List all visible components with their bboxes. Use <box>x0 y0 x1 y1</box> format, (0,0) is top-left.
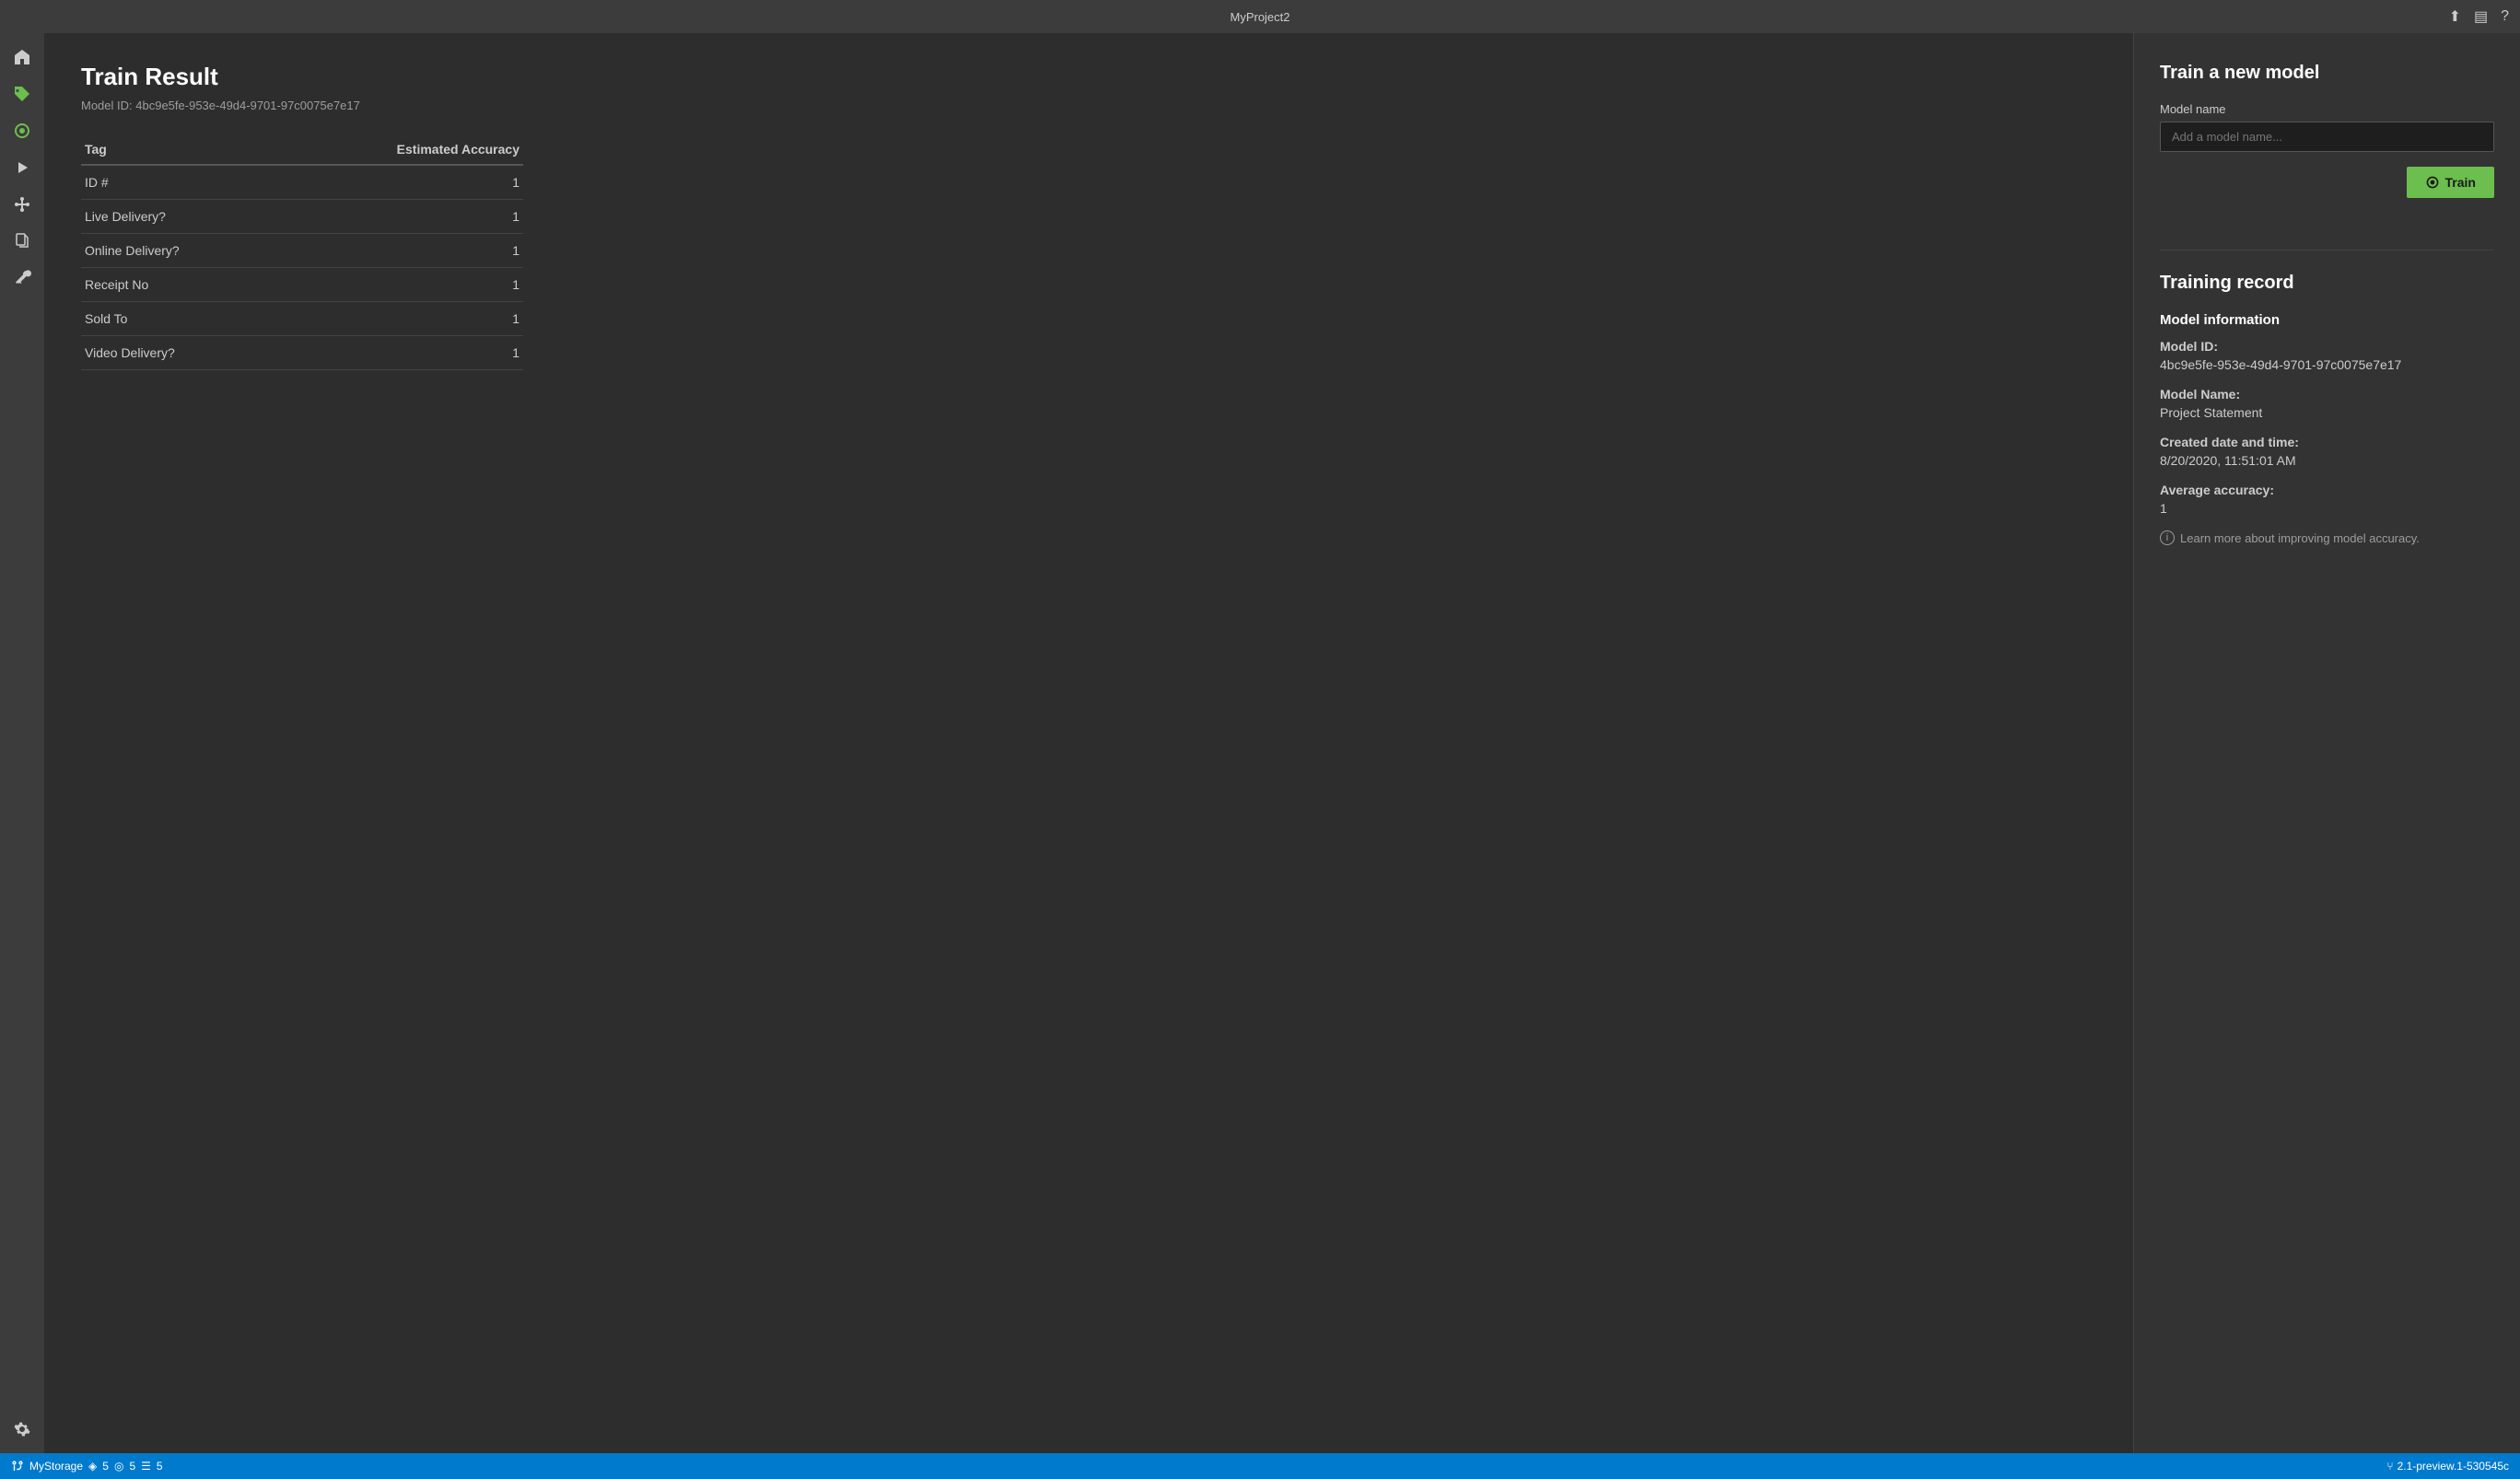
version-branch-icon: ⑂ <box>2386 1460 2393 1473</box>
status-bar: MyStorage ◈ 5 ◎ 5 ☰ 5 ⑂ 2.1-preview.1-53… <box>0 1453 2520 1479</box>
table-row: Sold To 1 <box>81 302 523 336</box>
connection-icon: ◎ <box>114 1460 123 1473</box>
train-button-label: Train <box>2445 175 2476 190</box>
branch-icon <box>11 1460 24 1473</box>
tag-cell: Receipt No <box>81 268 275 302</box>
sidebar-item-home[interactable] <box>6 41 39 74</box>
share-icon[interactable]: ⬆ <box>2449 7 2461 26</box>
content-area: Train Result Model ID: 4bc9e5fe-953e-49d… <box>44 33 2520 1453</box>
storage-label: MyStorage <box>29 1460 83 1473</box>
tag-cell: Live Delivery? <box>81 200 275 234</box>
sidebar-item-settings[interactable] <box>6 1413 39 1446</box>
sidebar-item-connections[interactable] <box>6 188 39 221</box>
document-count: 5 <box>157 1460 163 1473</box>
page-title: Train Result <box>81 63 2096 91</box>
main-panel: Train Result Model ID: 4bc9e5fe-953e-49d… <box>44 33 2133 1453</box>
model-name-input[interactable] <box>2160 122 2494 152</box>
layout-icon[interactable]: ▤ <box>2474 7 2488 26</box>
created-label: Created date and time: <box>2160 435 2494 449</box>
table-row: ID # 1 <box>81 165 523 200</box>
sidebar-item-documents[interactable] <box>6 225 39 258</box>
sidebar <box>0 33 44 1453</box>
tag-cell: Online Delivery? <box>81 234 275 268</box>
train-new-model-title: Train a new model <box>2160 63 2494 84</box>
table-row: Online Delivery? 1 <box>81 234 523 268</box>
accuracy-cell: 1 <box>275 268 523 302</box>
avg-accuracy-value: 1 <box>2160 501 2494 516</box>
accuracy-cell: 1 <box>275 165 523 200</box>
accuracy-cell: 1 <box>275 302 523 336</box>
accuracy-cell: 1 <box>275 200 523 234</box>
col-tag: Tag <box>81 134 275 165</box>
app-body: Train Result Model ID: 4bc9e5fe-953e-49d… <box>0 33 2520 1453</box>
document-icon: ☰ <box>141 1460 151 1473</box>
sidebar-item-tools[interactable] <box>6 262 39 295</box>
learn-more-link[interactable]: i Learn more about improving model accur… <box>2160 530 2494 545</box>
model-name-field-label: Model name <box>2160 102 2494 116</box>
status-bar-right: ⑂ 2.1-preview.1-530545c <box>2386 1460 2509 1473</box>
right-panel: Train a new model Model name Train Train… <box>2133 33 2520 1453</box>
train-button[interactable]: Train <box>2407 167 2494 198</box>
help-icon[interactable]: ? <box>2501 8 2509 25</box>
record-model-name-label: Model Name: <box>2160 387 2494 402</box>
app-title: MyProject2 <box>1230 10 1289 24</box>
table-row: Video Delivery? 1 <box>81 336 523 370</box>
model-id-value: 4bc9e5fe-953e-49d4-9701-97c0075e7e17 <box>135 99 360 112</box>
created-value: 8/20/2020, 11:51:01 AM <box>2160 453 2494 468</box>
accuracy-cell: 1 <box>275 336 523 370</box>
connection-count: 5 <box>129 1460 135 1473</box>
accuracy-cell: 1 <box>275 234 523 268</box>
version-label: 2.1-preview.1-530545c <box>2398 1460 2509 1473</box>
avg-accuracy-label: Average accuracy: <box>2160 483 2494 497</box>
sidebar-item-tag[interactable] <box>6 77 39 111</box>
status-bar-left: MyStorage ◈ 5 ◎ 5 ☰ 5 <box>11 1460 163 1473</box>
model-id-label: Model ID: <box>81 99 133 112</box>
info-circle-icon: i <box>2160 530 2175 545</box>
tag-icon: ◈ <box>88 1460 97 1473</box>
tag-cell: Video Delivery? <box>81 336 275 370</box>
tag-cell: ID # <box>81 165 275 200</box>
tag-count: 5 <box>102 1460 109 1473</box>
record-model-id-value: 4bc9e5fe-953e-49d4-9701-97c0075e7e17 <box>2160 357 2494 372</box>
training-record-title: Training record <box>2160 273 2494 294</box>
sidebar-item-run[interactable] <box>6 151 39 184</box>
model-info-title: Model information <box>2160 312 2494 328</box>
results-table: Tag Estimated Accuracy ID # 1 Live Deliv… <box>81 134 523 370</box>
record-model-id-label: Model ID: <box>2160 339 2494 354</box>
sidebar-item-train[interactable] <box>6 114 39 147</box>
table-row: Live Delivery? 1 <box>81 200 523 234</box>
col-accuracy: Estimated Accuracy <box>275 134 523 165</box>
tag-cell: Sold To <box>81 302 275 336</box>
title-bar: MyProject2 ⬆ ▤ ? <box>0 0 2520 33</box>
model-id-display: Model ID: 4bc9e5fe-953e-49d4-9701-97c007… <box>81 99 2096 112</box>
record-model-name-value: Project Statement <box>2160 405 2494 420</box>
learn-more-text: Learn more about improving model accurac… <box>2180 531 2420 545</box>
table-row: Receipt No 1 <box>81 268 523 302</box>
title-bar-icons: ⬆ ▤ ? <box>2449 7 2509 26</box>
train-button-icon <box>2425 175 2440 190</box>
